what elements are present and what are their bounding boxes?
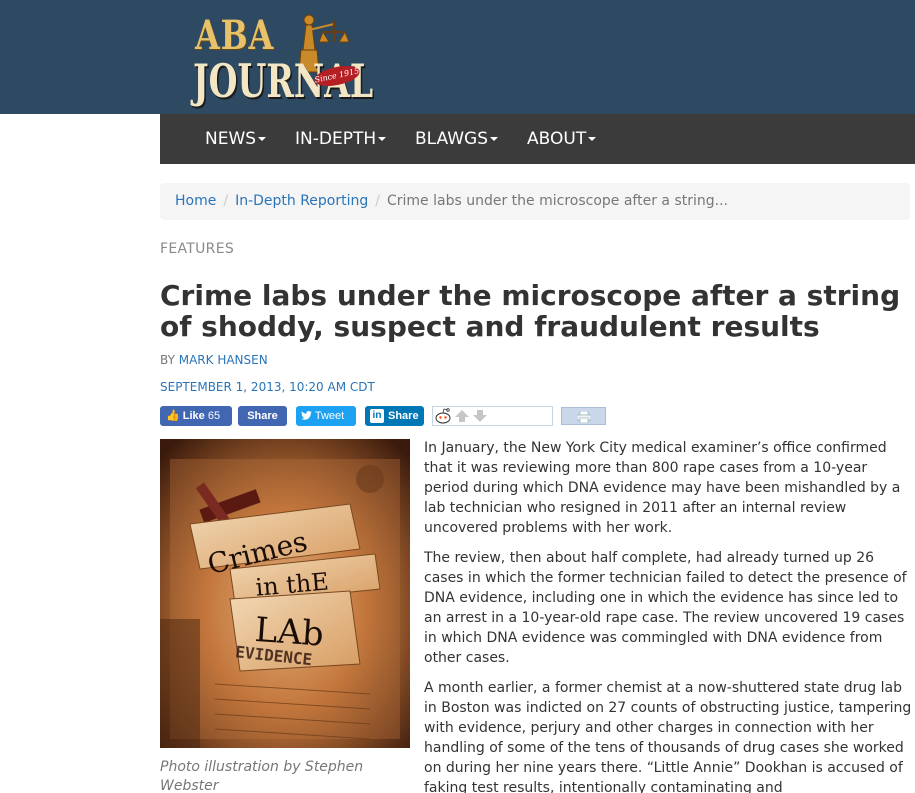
printer-icon xyxy=(577,411,591,423)
article-body: In January, the New York City medical ex… xyxy=(424,438,912,793)
article-paragraph: The review, then about half complete, ha… xyxy=(424,550,907,666)
site-header: ABA JOURNAL Since 1915 xyxy=(0,0,915,114)
article-title: Crime labs under the microscope after a … xyxy=(160,279,901,343)
downvote-arrow-icon[interactable] xyxy=(473,410,487,422)
nav-item-news[interactable]: NEWS xyxy=(205,114,267,164)
logo-aba-text: ABA xyxy=(195,12,275,59)
byline: BY MARK HANSEN xyxy=(160,353,268,367)
thumbs-up-icon: 👍 xyxy=(166,410,180,422)
author-link[interactable]: MARK HANSEN xyxy=(179,353,268,367)
breadcrumb-home-link[interactable]: Home xyxy=(175,193,216,209)
photo-caption: Photo illustration by Stephen Webster xyxy=(160,759,364,793)
breadcrumb-separator: / xyxy=(223,193,229,209)
print-button[interactable] xyxy=(561,407,606,425)
crimes-in-the-lab-illustration: Crimes in thE LAb EVIDENCE xyxy=(160,439,410,748)
nav-item-label: ABOUT xyxy=(527,129,587,149)
nav-item-about[interactable]: ABOUT xyxy=(527,114,597,164)
facebook-like-button[interactable]: 👍 Like 65 xyxy=(160,406,232,426)
breadcrumb-section-link[interactable]: In-Depth Reporting xyxy=(235,193,368,209)
breadcrumb-separator: / xyxy=(375,193,380,209)
article-date: SEPTEMBER 1, 2013, 10:20 AM CDT xyxy=(160,380,375,394)
nav-item-label: BLAWGS xyxy=(415,129,488,149)
main-nav: NEWS IN-DEPTH BLAWGS ABOUT xyxy=(160,114,915,164)
caret-down-icon xyxy=(378,137,387,141)
breadcrumb: Home / In-Depth Reporting / Crime labs under… xyxy=(160,183,910,220)
nav-item-label: IN-DEPTH xyxy=(295,129,377,149)
nav-item-blawgs[interactable]: BLAWGS xyxy=(415,114,498,164)
byline-prefix: BY xyxy=(160,353,175,367)
nav-item-label: NEWS xyxy=(205,129,257,149)
caret-down-icon xyxy=(490,137,498,141)
linkedin-share-button[interactable]: in Share xyxy=(365,406,424,426)
linkedin-icon: in xyxy=(370,409,384,423)
nav-item-in-depth[interactable]: IN-DEPTH xyxy=(295,114,387,164)
article-paragraph: A month earlier, a former chemist at a n… xyxy=(424,680,912,793)
article-paragraph: In January, the New York City medical ex… xyxy=(424,440,901,536)
article-photo: Crimes in thE LAb EVIDENCE xyxy=(160,439,410,748)
upvote-arrow-icon[interactable] xyxy=(455,410,469,422)
caret-down-icon xyxy=(258,137,267,141)
facebook-like-label: Like xyxy=(182,410,205,422)
tweet-button[interactable]: Tweet xyxy=(296,406,356,426)
facebook-like-count: 65 xyxy=(207,410,221,422)
tweet-label: Tweet xyxy=(314,410,345,422)
twitter-bird-icon xyxy=(301,411,312,420)
article-category: FEATURES xyxy=(160,241,235,257)
reddit-alien-icon xyxy=(435,408,451,424)
breadcrumb-current: Crime labs under the microscope after a … xyxy=(387,193,728,209)
caret-down-icon xyxy=(588,137,597,141)
reddit-vote-widget[interactable] xyxy=(432,406,553,426)
linkedin-share-label: Share xyxy=(388,410,419,422)
facebook-share-button[interactable]: Share xyxy=(238,406,287,426)
aba-journal-logo[interactable]: ABA JOURNAL Since 1915 xyxy=(193,10,373,108)
